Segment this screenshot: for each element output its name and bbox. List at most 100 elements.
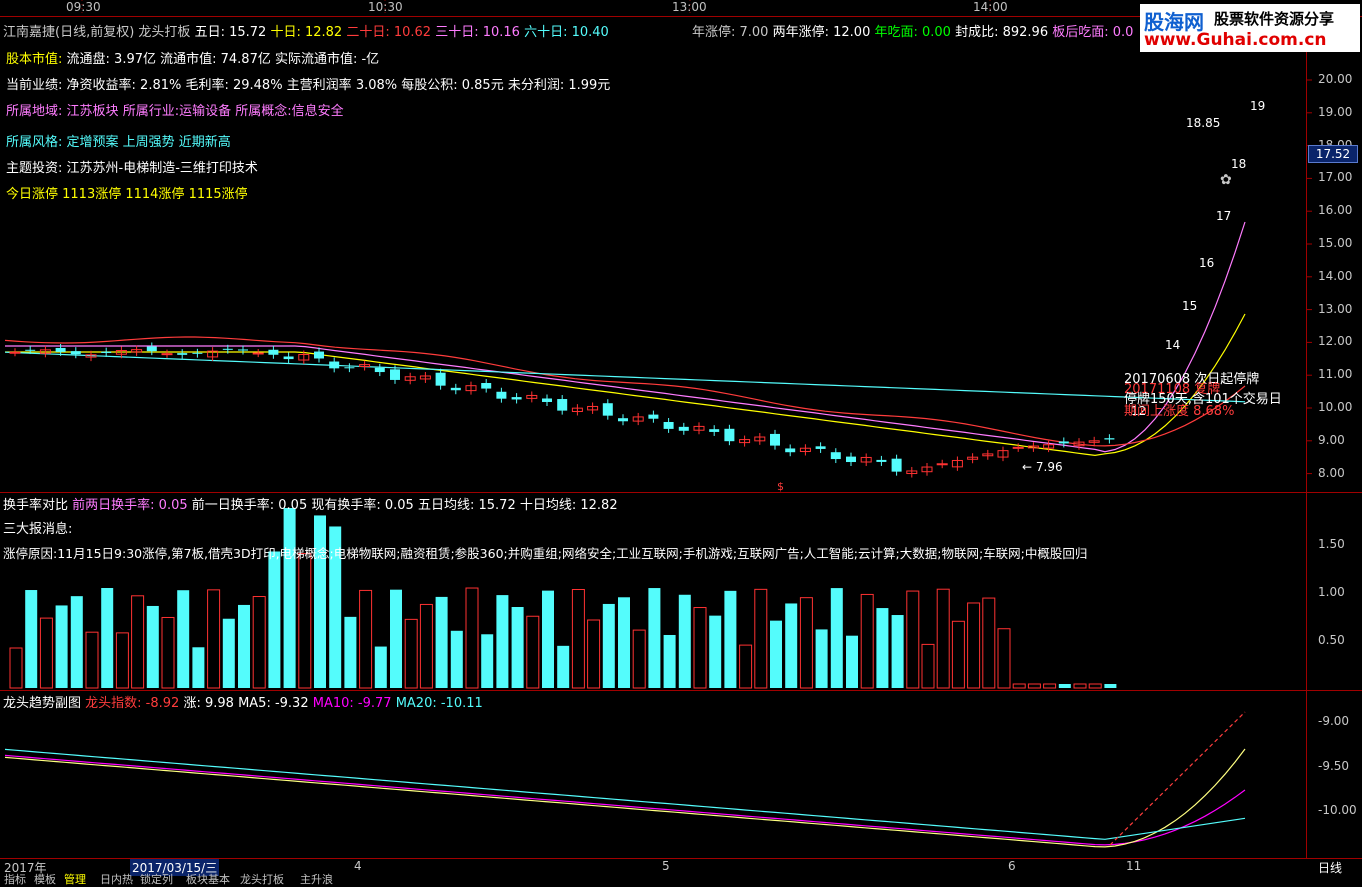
candle-body — [876, 459, 887, 462]
volume-bar — [1012, 683, 1026, 689]
tab-7[interactable]: 主升浪 — [300, 871, 333, 887]
flower-icon: ✿ — [1220, 172, 1232, 188]
volume-bar — [511, 607, 524, 688]
volume-bar — [815, 629, 828, 688]
logo-slogan: 股票软件资源分享 — [1214, 10, 1335, 28]
info-share: 股本市值: 流通盘: 3.97亿 流通市值: 74.87亿 实际流通市值: -亿 — [6, 48, 379, 67]
trend-rise: 涨: 9.98 — [183, 696, 234, 711]
tab-5[interactable]: 板块基本 — [186, 871, 230, 887]
price-axis-label: 15.00 — [1318, 236, 1353, 250]
volume-bar — [359, 589, 373, 689]
info-label: 当前业绩: — [6, 78, 63, 93]
level-label: 17 — [1216, 209, 1232, 223]
price-axis-label: 12.00 — [1318, 334, 1353, 349]
candle-body — [192, 352, 203, 354]
ma20-value: 二十日: 10.62 — [346, 25, 432, 40]
candle-body — [314, 351, 324, 359]
volume-bar — [891, 615, 904, 688]
candle-body — [785, 448, 796, 453]
logo-url: www.Guhai.com.cn — [1144, 30, 1327, 50]
volume-bar — [39, 617, 53, 689]
info-value: 流通盘: 3.97亿 流通市值: 74.87亿 实际流通市值: -亿 — [66, 52, 380, 67]
tab-2[interactable]: 管理 — [64, 871, 86, 887]
indicator-name[interactable]: 龙头打板 — [138, 25, 190, 40]
s-marker: $ — [777, 480, 784, 493]
info-value: 净资收益率: 2.81% 毛利率: 29.48% 主营利润率 3.08% 每股公… — [66, 78, 611, 93]
candle-body — [238, 349, 248, 351]
info-label: 股本市值: — [6, 52, 63, 67]
tab-0[interactable]: 指标 — [4, 871, 26, 887]
candle-body — [815, 446, 826, 449]
volume-bar — [967, 602, 981, 689]
volume-bar — [252, 596, 266, 689]
tab-6[interactable]: 龙头打板 — [240, 871, 284, 887]
low-price-label: ← 7.96 — [1022, 460, 1063, 474]
candle-body — [481, 382, 492, 389]
news-label: 三大报消息: — [3, 522, 73, 537]
volume-bar — [115, 632, 129, 689]
candle-body — [678, 426, 689, 431]
ma10-line — [5, 313, 1246, 457]
turnover-title[interactable]: 换手率对比 — [3, 498, 68, 513]
candle-body — [602, 403, 613, 416]
volume-bar — [770, 620, 782, 688]
volume-bar — [450, 630, 463, 688]
level-label: 18 — [1231, 157, 1247, 171]
candle-body — [936, 463, 948, 466]
info-limit-today: 今日涨停 1113涨停 1114涨停 1115涨停 — [6, 187, 248, 202]
candle-body — [450, 387, 461, 391]
trend-index: 龙头指数: -8.92 — [85, 696, 180, 711]
volume-bar — [238, 604, 250, 688]
current-price-tag: 17.52 — [1308, 145, 1358, 163]
guhai-logo: 股海网 股票软件资源分享 www.Guhai.com.cn — [1140, 4, 1360, 52]
trend-title[interactable]: 龙头趋势副图 — [3, 696, 81, 711]
price-axis-label: 13.00 — [1318, 301, 1353, 316]
price-axis-label: 20.00 — [1318, 72, 1353, 86]
volume-bar — [268, 551, 281, 688]
volume-bar — [542, 590, 554, 688]
volume-bar — [177, 590, 190, 688]
level-label: 14 — [1165, 338, 1181, 352]
stock-name[interactable]: 江南嘉捷(日线,前复权) — [3, 25, 134, 40]
candle-body — [283, 356, 294, 360]
info-label: 主题投资: — [6, 161, 63, 176]
info-value: 江苏板块 — [66, 104, 119, 119]
tab-3[interactable]: 日内热 — [100, 871, 133, 887]
volume-bar — [465, 587, 479, 689]
candle-body — [55, 347, 66, 352]
candle-body — [830, 452, 841, 460]
volume-bar — [314, 515, 326, 688]
trend-ma10: MA10: -9.77 — [312, 696, 392, 711]
candle-body — [70, 351, 81, 355]
volume-bar — [921, 643, 935, 689]
candle-body — [542, 398, 552, 402]
candle-body — [222, 348, 233, 350]
candle-body — [435, 372, 446, 386]
price-axis-label: 19.00 — [1318, 104, 1353, 119]
volume-bar — [602, 603, 615, 688]
candle-body — [511, 397, 522, 400]
volume-bar — [283, 508, 296, 688]
level-label: 15 — [1182, 299, 1198, 313]
volume-bar — [587, 619, 601, 689]
tab-4[interactable]: 锁定列 — [140, 871, 173, 887]
ma10-value: 十日: 12.82 — [270, 25, 343, 40]
info-region: 所属地域: 江苏板块 所属行业:运输设备 所属概念:信息安全 — [6, 100, 344, 119]
volume-bar — [663, 634, 676, 688]
month-label: 4 — [354, 859, 362, 873]
volume-bar — [860, 593, 874, 689]
candle-body — [252, 352, 264, 355]
month-label: 5 — [662, 859, 670, 873]
candle-body — [146, 346, 157, 352]
volume-bar — [571, 589, 585, 689]
price-axis-label: 16.00 — [1318, 203, 1353, 218]
info-value: 定增预案 上周强势 近期新高 — [66, 135, 231, 150]
info-label: 所属地域: — [6, 104, 63, 119]
high-price-label: 18.85 — [1186, 116, 1221, 130]
candle-body — [1012, 446, 1024, 449]
tab-1[interactable]: 模板 — [34, 871, 56, 887]
price-axis-label: 10.00 — [1318, 400, 1353, 414]
trend-ma5-line — [4, 748, 1246, 848]
volume-bar — [9, 647, 23, 689]
period-label[interactable]: 日线 — [1318, 859, 1342, 876]
